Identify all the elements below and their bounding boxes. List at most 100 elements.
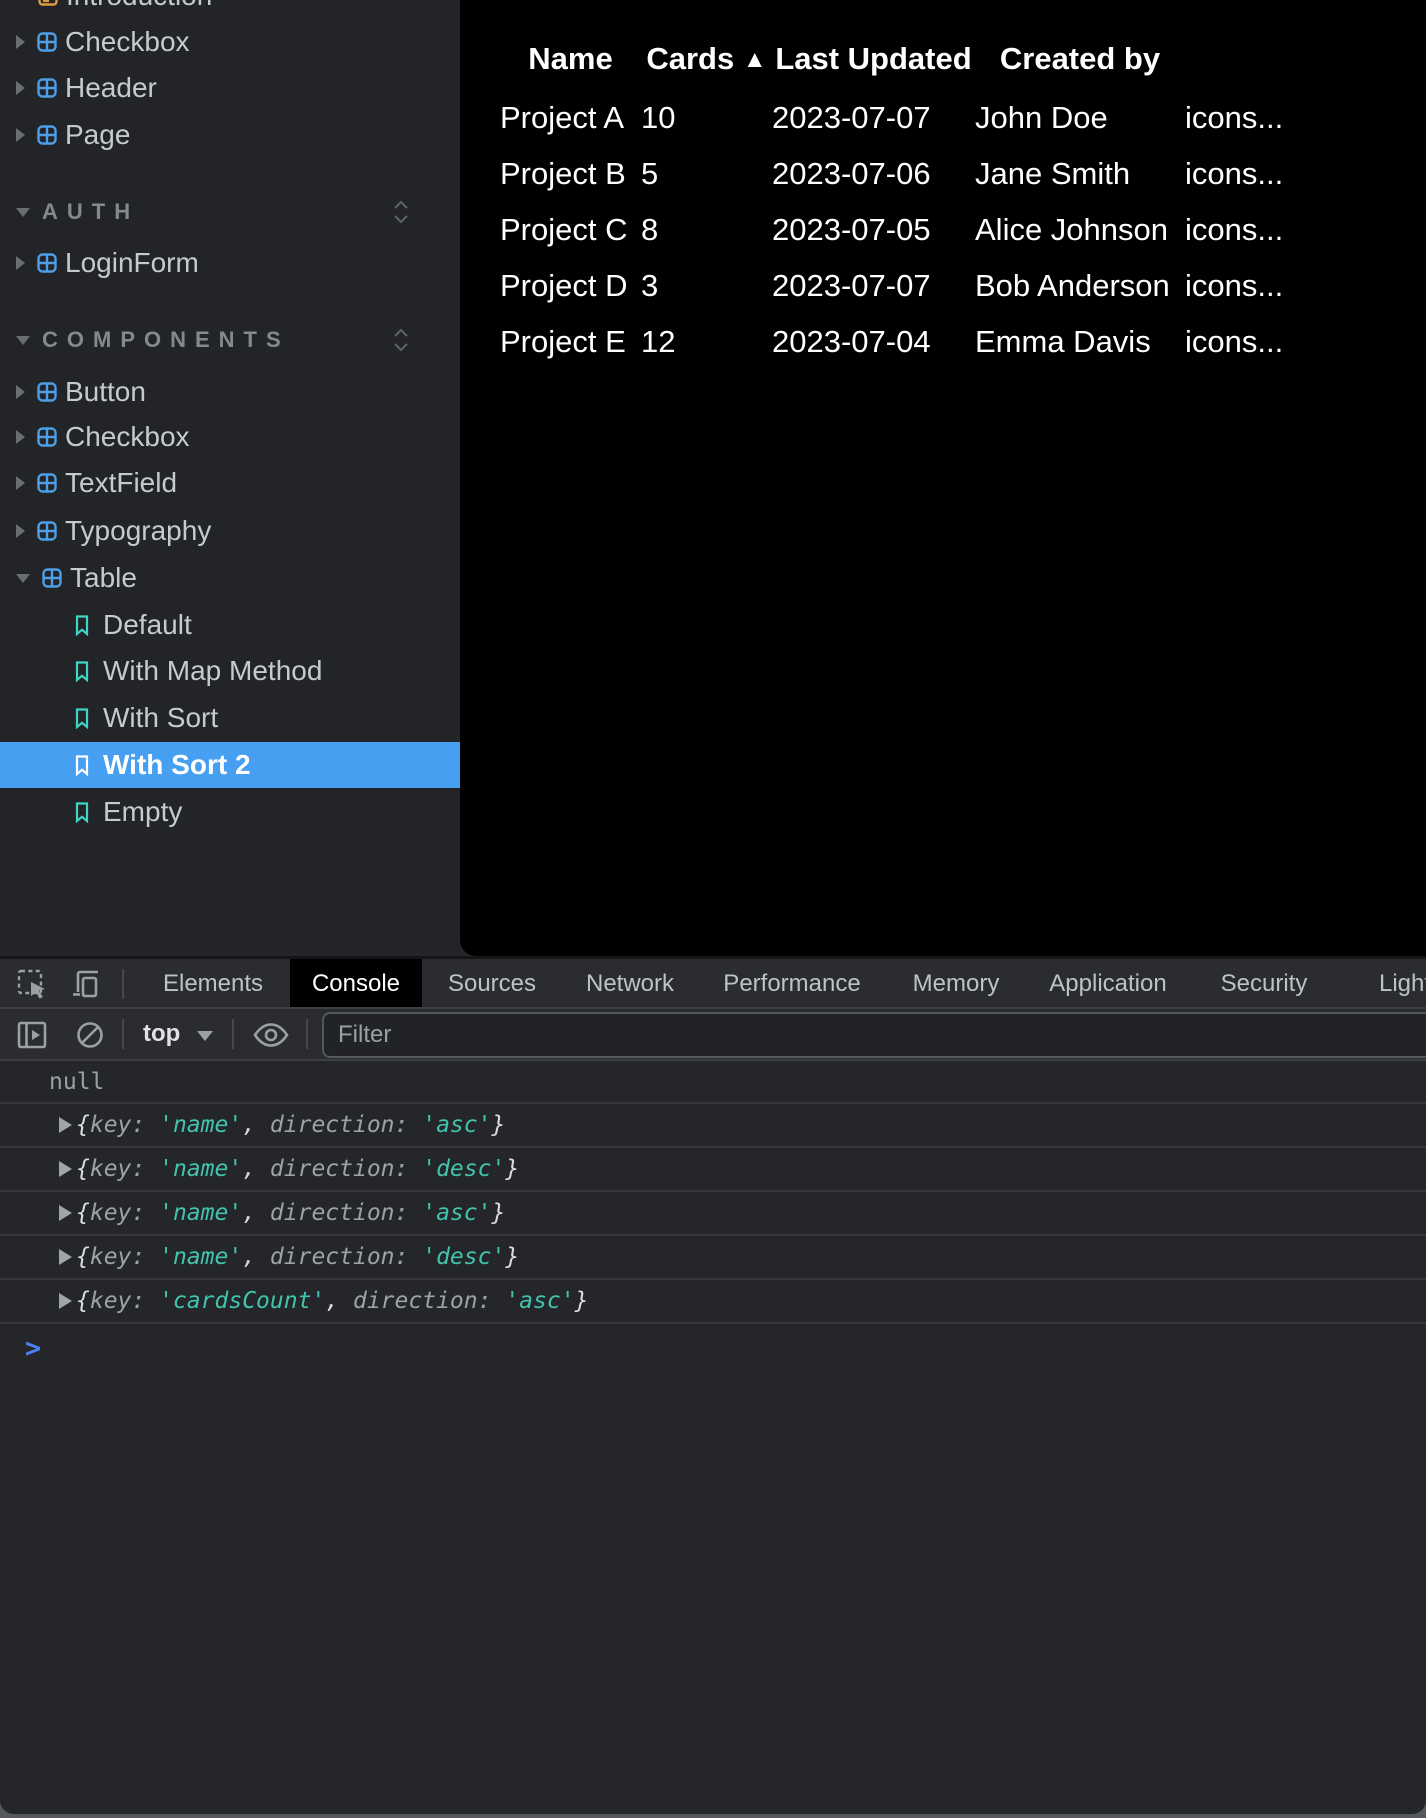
devtools-panel: Elements Console Sources Network Perform… [0, 956, 1426, 1814]
sidebar-section-label: AUTH [42, 199, 139, 225]
column-header-name[interactable]: Name [500, 28, 641, 90]
cell-cards: 3 [641, 258, 772, 314]
cell-name: Project C [500, 202, 641, 258]
console-sidebar-toggle-icon[interactable] [16, 1019, 48, 1051]
console-toolbar: top [0, 1009, 1426, 1061]
table-header-row: Name Cards ▲ Last Updated Created by [500, 28, 1426, 90]
sidebar-item-introduction[interactable]: Introduction [0, 0, 460, 19]
table-row: Project D 3 2023-07-07 Bob Anderson icon… [500, 258, 1426, 314]
cell-name: Project A [500, 90, 641, 146]
cell-actions: icons... [1185, 314, 1426, 370]
cell-created-by: Jane Smith [975, 146, 1185, 202]
column-header-cards[interactable]: Cards ▲ [641, 28, 772, 90]
tab-application[interactable]: Application [1027, 959, 1188, 1009]
cell-updated: 2023-07-07 [772, 258, 975, 314]
toolbar-separator [122, 969, 124, 999]
clear-console-icon[interactable] [74, 1019, 106, 1051]
console-message-null[interactable]: null [0, 1061, 1426, 1104]
cell-cards: 8 [641, 202, 772, 258]
chevron-right-icon [16, 524, 25, 538]
sidebar-item-page[interactable]: Page [0, 112, 460, 158]
sidebar-item-label: LoginForm [65, 247, 199, 279]
sidebar-item-textfield[interactable]: TextField [0, 460, 460, 506]
sidebar-section-components[interactable]: COMPONENTS [0, 317, 460, 363]
cell-actions: icons... [1185, 258, 1426, 314]
expand-collapse-all-icon[interactable] [393, 199, 409, 225]
cell-updated: 2023-07-04 [772, 314, 975, 370]
expand-triangle-icon[interactable] [59, 1293, 72, 1309]
bookmark-icon [75, 755, 89, 776]
sidebar-story-default[interactable]: Default [0, 602, 460, 648]
sidebar-story-with-sort-2[interactable]: With Sort 2 [0, 742, 460, 788]
tab-sources[interactable]: Sources [426, 959, 558, 1009]
cell-cards: 5 [641, 146, 772, 202]
table-row: Project B 5 2023-07-06 Jane Smith icons.… [500, 146, 1426, 202]
live-expression-eye-icon[interactable] [252, 1019, 290, 1051]
storybook-main: Introduction Checkbox Header [0, 0, 1426, 956]
component-icon [42, 568, 62, 588]
console-prompt-row[interactable]: > [0, 1328, 1426, 1368]
cell-cards: 12 [641, 314, 772, 370]
sidebar-story-label: Default [103, 609, 192, 641]
expand-triangle-icon[interactable] [59, 1161, 72, 1177]
tab-performance[interactable]: Performance [701, 959, 882, 1009]
sidebar-item-table[interactable]: Table [0, 555, 460, 601]
sort-asc-icon: ▲ [743, 46, 767, 74]
expand-collapse-all-icon[interactable] [393, 327, 409, 353]
sidebar-story-label: With Map Method [103, 655, 322, 687]
tab-elements[interactable]: Elements [141, 959, 285, 1009]
sidebar-item-checkbox[interactable]: Checkbox [0, 19, 460, 65]
component-icon [37, 32, 57, 52]
sidebar-item-label: Typography [65, 515, 211, 547]
console-message-object[interactable]: {key: 'name', direction: 'desc'} [0, 1236, 1426, 1280]
sidebar-item-header[interactable]: Header [0, 65, 460, 111]
sidebar-item-typography[interactable]: Typography [0, 508, 460, 554]
expand-triangle-icon[interactable] [59, 1205, 72, 1221]
sidebar-section-auth[interactable]: AUTH [0, 189, 460, 235]
sidebar-item-label: Page [65, 119, 130, 151]
component-icon [37, 521, 57, 541]
bookmark-icon [75, 708, 89, 729]
tab-memory[interactable]: Memory [891, 959, 1022, 1009]
cell-updated: 2023-07-06 [772, 146, 975, 202]
bookmark-icon [75, 802, 89, 823]
sidebar-story-with-map-method[interactable]: With Map Method [0, 648, 460, 694]
tab-console[interactable]: Console [290, 959, 422, 1009]
chevron-right-icon [16, 476, 25, 490]
console-message-object[interactable]: {key: 'cardsCount', direction: 'asc'} [0, 1280, 1426, 1324]
cell-actions: icons... [1185, 146, 1426, 202]
device-toolbar-icon[interactable] [70, 968, 104, 1000]
component-icon [37, 427, 57, 447]
sidebar-story-label: With Sort [103, 702, 218, 734]
sidebar-item-loginform[interactable]: LoginForm [0, 240, 460, 286]
console-message-object[interactable]: {key: 'name', direction: 'asc'} [0, 1192, 1426, 1236]
chevron-down-icon [16, 336, 30, 345]
console-message-object[interactable]: {key: 'name', direction: 'desc'} [0, 1148, 1426, 1192]
console-message-object[interactable]: {key: 'name', direction: 'asc'} [0, 1104, 1426, 1148]
sidebar-item-button[interactable]: Button [0, 369, 460, 415]
document-icon [38, 0, 58, 6]
sidebar-item-checkbox-2[interactable]: Checkbox [0, 414, 460, 460]
chevron-down-icon [16, 208, 30, 217]
column-header-actions [1185, 28, 1426, 90]
sidebar-section-label: COMPONENTS [42, 327, 290, 353]
cell-created-by: Bob Anderson [975, 258, 1185, 314]
inspect-element-icon[interactable] [16, 968, 48, 1000]
tab-lighthouse[interactable]: Lighthouse [1379, 959, 1426, 1009]
execution-context-selector[interactable]: top [143, 1009, 180, 1059]
cell-created-by: Alice Johnson [975, 202, 1185, 258]
sidebar-item-label: Introduction [66, 0, 212, 12]
tab-security[interactable]: Security [1199, 959, 1330, 1009]
canvas-wrap: Name Cards ▲ Last Updated Created by Pro… [460, 0, 1426, 956]
column-header-last-updated[interactable]: Last Updated [772, 28, 975, 90]
expand-triangle-icon[interactable] [59, 1249, 72, 1265]
sidebar-story-with-sort[interactable]: With Sort [0, 695, 460, 741]
component-icon [37, 253, 57, 273]
expand-triangle-icon[interactable] [59, 1117, 72, 1133]
console-filter-input[interactable] [322, 1012, 1426, 1058]
tab-network[interactable]: Network [564, 959, 696, 1009]
sidebar-item-label: Header [65, 72, 157, 104]
sidebar-story-empty[interactable]: Empty [0, 789, 460, 835]
column-header-created-by[interactable]: Created by [975, 28, 1185, 90]
chevron-right-icon [16, 256, 25, 270]
